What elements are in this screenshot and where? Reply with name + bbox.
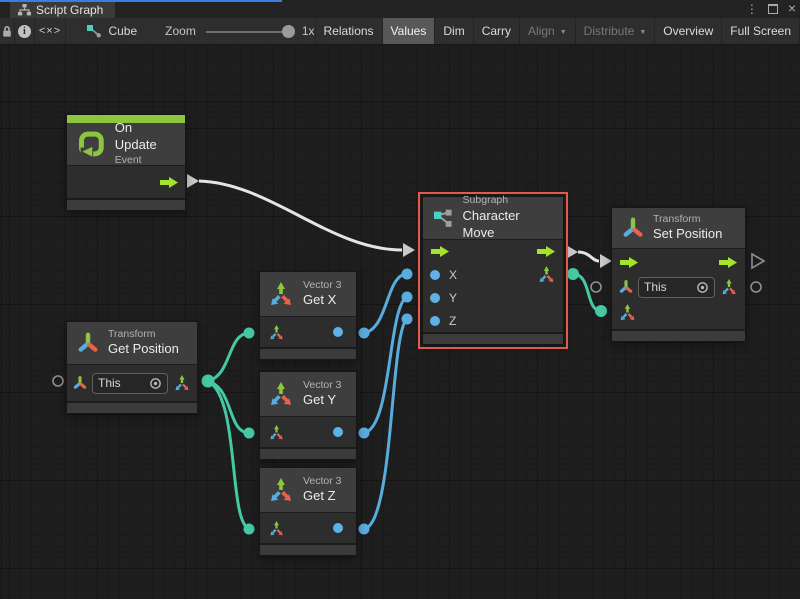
node-type: Vector 3 <box>303 279 342 293</box>
node-footer <box>67 401 197 413</box>
this-target-field[interactable]: This <box>638 277 715 298</box>
object-picker-icon[interactable] <box>149 377 162 390</box>
port-x-label: X <box>449 268 457 282</box>
port-value-output[interactable] <box>333 327 343 337</box>
node-set-position[interactable]: Transform Set Position This <box>612 208 745 341</box>
graph-node-icon <box>86 24 102 39</box>
port-z-input[interactable] <box>430 316 440 326</box>
vector3-input-port[interactable] <box>268 520 285 537</box>
object-name: Cube <box>108 24 137 38</box>
close-icon[interactable]: × <box>788 1 796 15</box>
node-title: Get Y <box>303 392 342 409</box>
fullscreen-button[interactable]: Full Screen <box>722 18 800 44</box>
node-on-update[interactable]: On Update Event <box>67 115 185 210</box>
window-controls: ⋮ × <box>746 0 796 18</box>
zoom-label: Zoom <box>165 24 196 38</box>
exec-output-port[interactable] <box>718 256 738 269</box>
node-type: Subgraph <box>463 194 553 208</box>
node-type: Event <box>115 154 175 168</box>
node-type: Vector 3 <box>303 475 342 489</box>
node-type: Transform <box>653 213 722 227</box>
tab-title: Script Graph <box>36 3 103 17</box>
port-x-input[interactable] <box>430 270 440 280</box>
toolbar-toggle-strip: Relations Values Dim Carry Align ▼ Distr… <box>315 18 800 44</box>
node-title: Get X <box>303 292 342 309</box>
exec-output-port[interactable] <box>159 176 179 189</box>
transform-icon <box>622 217 644 239</box>
transform-icon <box>77 332 99 354</box>
chevron-down-icon: ▼ <box>560 29 567 36</box>
port-value-output[interactable] <box>333 427 343 437</box>
node-title: Set Position <box>653 226 722 243</box>
window-menu-icon[interactable]: ⋮ <box>746 3 758 15</box>
vector3-icon <box>268 381 294 407</box>
code-view-button[interactable]: <×> <box>35 18 67 44</box>
port-z-label: Z <box>449 314 456 328</box>
relations-button[interactable]: Relations <box>316 18 383 44</box>
exec-output-port[interactable] <box>536 245 556 258</box>
window-titlebar: Script Graph ⋮ × <box>0 0 800 18</box>
node-footer <box>260 543 356 555</box>
field-value: This <box>98 376 121 390</box>
vector3-input-port[interactable] <box>618 303 637 322</box>
port-y-label: Y <box>449 291 457 305</box>
vector3-icon <box>268 477 294 503</box>
chevron-down-icon: ▼ <box>639 29 646 36</box>
zoom-slider-handle[interactable] <box>282 25 295 38</box>
maximize-icon[interactable] <box>768 4 778 14</box>
node-title: Character Move <box>463 208 553 242</box>
node-footer <box>260 347 356 359</box>
overview-button[interactable]: Overview <box>655 18 722 44</box>
graph-tree-icon <box>18 4 31 16</box>
this-target-field[interactable]: This <box>92 373 168 394</box>
transform-icon <box>619 280 633 294</box>
info-icon: i <box>18 25 31 38</box>
node-footer <box>423 332 563 344</box>
vector3-output-port[interactable] <box>173 374 191 392</box>
zoom-slider-track <box>206 31 294 33</box>
lock-icon <box>1 25 13 38</box>
exec-input-port[interactable] <box>430 245 450 258</box>
subgraph-icon <box>433 208 454 229</box>
lock-button[interactable] <box>0 18 15 44</box>
node-get-z[interactable]: Vector 3 Get Z <box>260 468 356 555</box>
field-value: This <box>644 280 667 294</box>
dim-button[interactable]: Dim <box>435 18 473 44</box>
object-picker-icon[interactable] <box>696 281 709 294</box>
vector3-output-port[interactable] <box>720 278 738 296</box>
node-type: Vector 3 <box>303 379 342 393</box>
node-character-move[interactable]: Subgraph Character Move X <box>423 197 563 344</box>
vector3-icon <box>268 281 294 307</box>
node-footer <box>260 447 356 459</box>
info-button[interactable]: i <box>15 18 34 44</box>
loop-event-icon <box>77 129 106 159</box>
zoom-value: 1x <box>302 24 315 38</box>
carry-button[interactable]: Carry <box>474 18 520 44</box>
code-icon: <×> <box>39 25 61 37</box>
values-button[interactable]: Values <box>383 18 436 44</box>
node-title: Get Position <box>108 341 179 358</box>
node-footer <box>612 329 745 341</box>
vector3-input-port[interactable] <box>268 424 285 441</box>
tab-script-graph[interactable]: Script Graph <box>10 2 115 18</box>
node-type: Transform <box>108 328 179 342</box>
zoom-slider[interactable] <box>206 25 294 38</box>
zoom-control: Zoom 1x <box>165 24 314 38</box>
align-dropdown[interactable]: Align ▼ <box>520 18 576 44</box>
vector3-input-port[interactable] <box>268 324 285 341</box>
node-get-y[interactable]: Vector 3 Get Y <box>260 372 356 459</box>
port-y-input[interactable] <box>430 293 440 303</box>
node-get-position[interactable]: Transform Get Position This <box>67 322 197 413</box>
node-footer <box>67 198 185 210</box>
transform-icon <box>73 376 87 390</box>
node-get-x[interactable]: Vector 3 Get X <box>260 272 356 359</box>
node-title: On Update <box>115 120 175 154</box>
node-title: Get Z <box>303 488 342 505</box>
exec-input-port[interactable] <box>619 256 639 269</box>
graph-toolbar: i <×> Cube Zoom 1x Relations Values Dim … <box>0 18 800 45</box>
graph-context[interactable]: Cube <box>86 24 137 39</box>
vector3-output-port[interactable] <box>537 265 556 284</box>
distribute-dropdown[interactable]: Distribute ▼ <box>576 18 656 44</box>
port-value-output[interactable] <box>333 523 343 533</box>
